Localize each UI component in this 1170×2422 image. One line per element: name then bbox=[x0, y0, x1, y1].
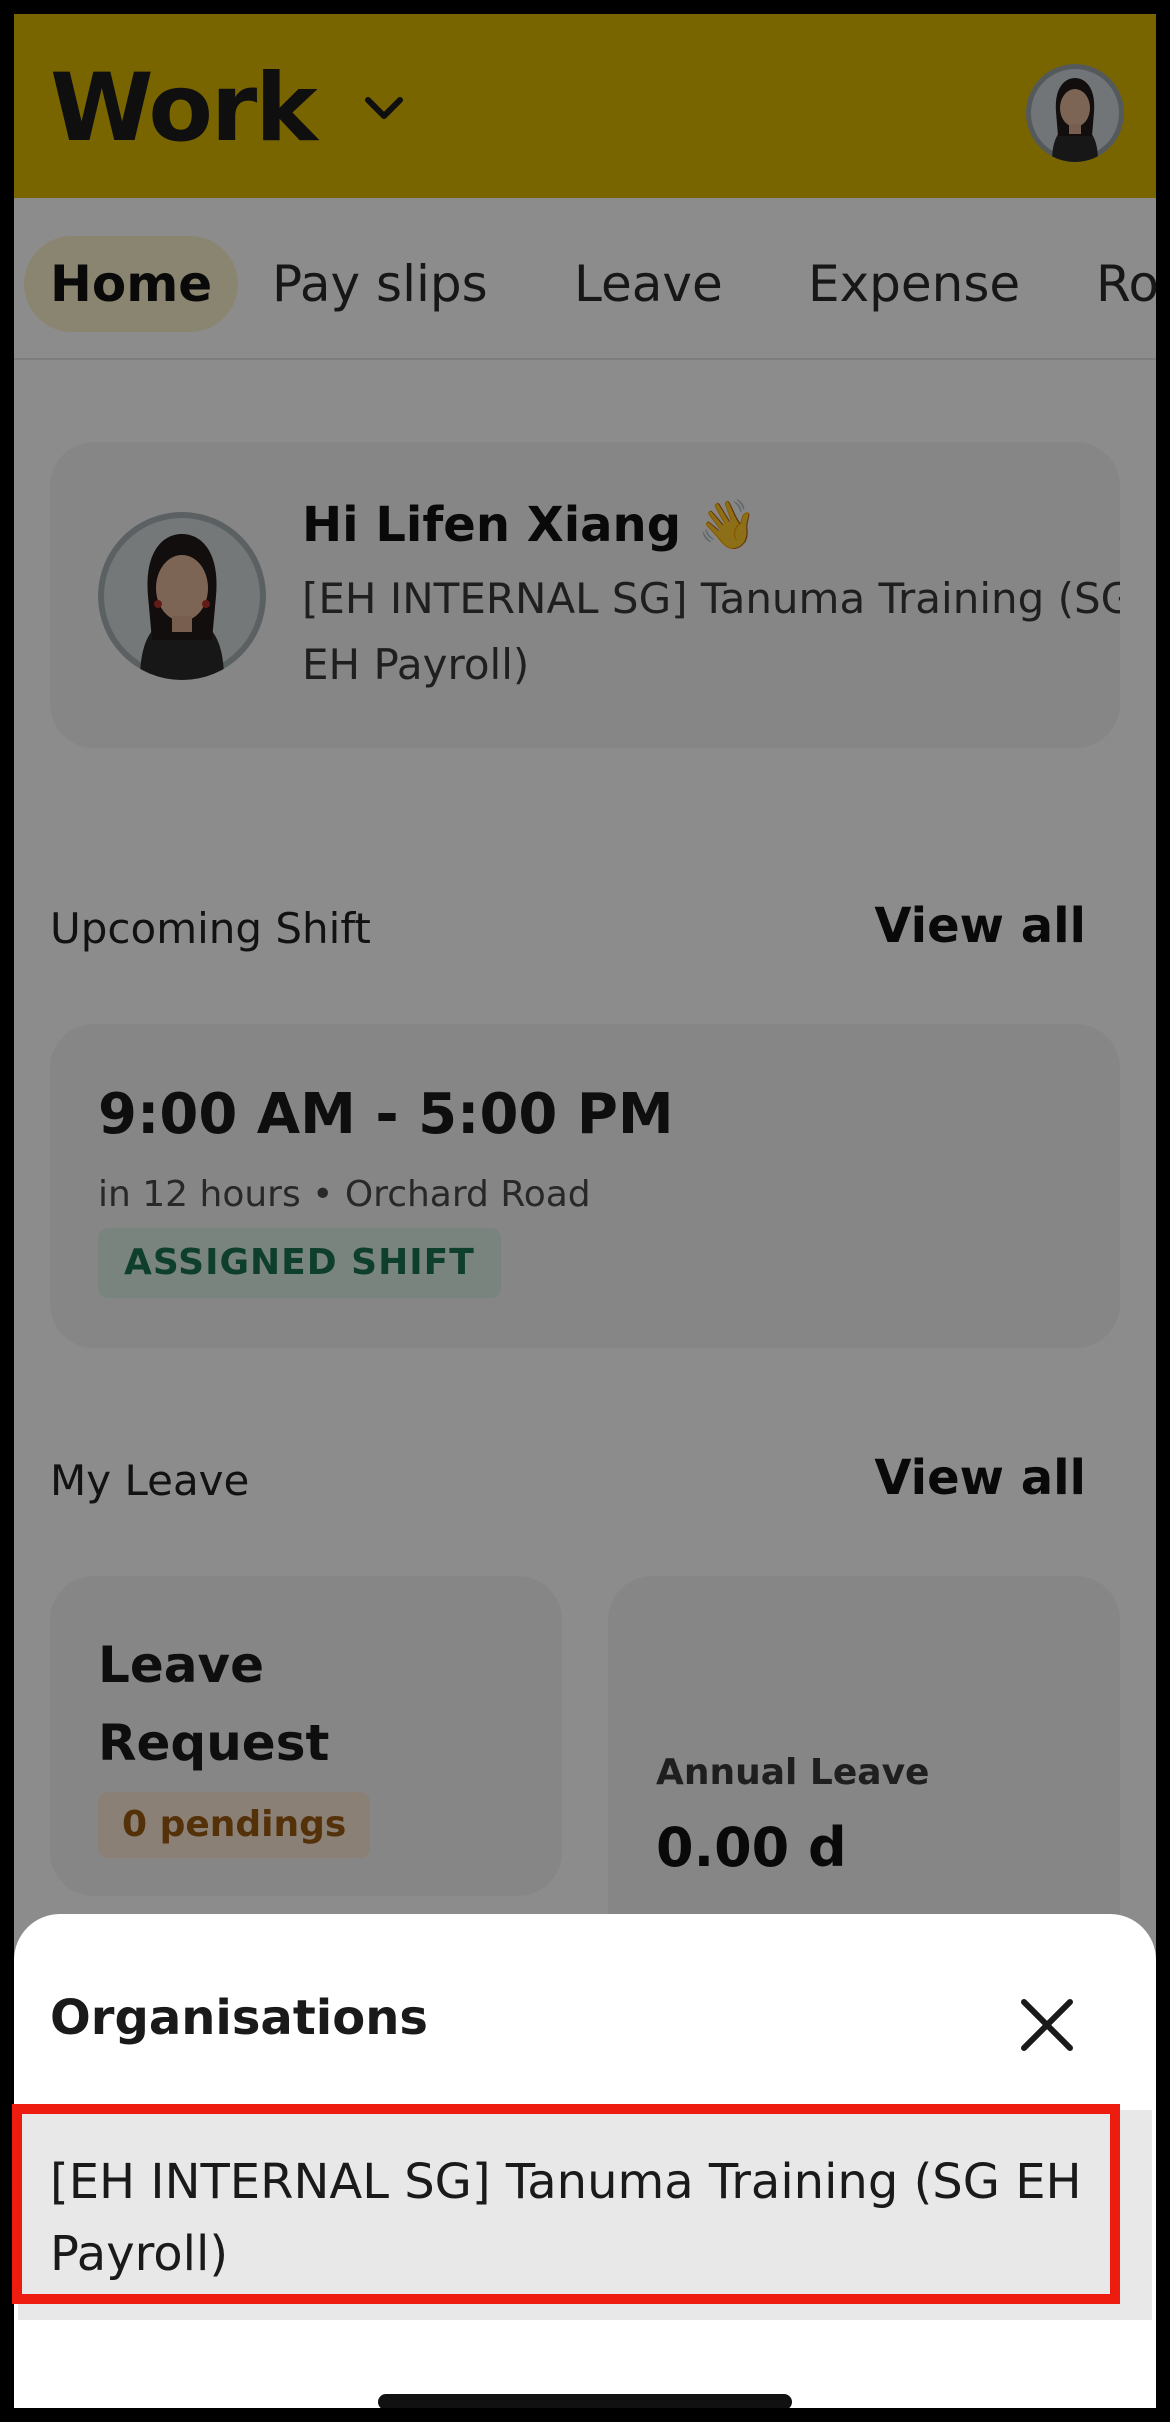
home-indicator bbox=[378, 2394, 792, 2408]
sheet-title: Organisations bbox=[50, 1990, 428, 2046]
selection-highlight bbox=[12, 2104, 1120, 2304]
close-icon[interactable] bbox=[1016, 1994, 1078, 2056]
app-screen: Work Home Pay slips Leave Expense Ro Hi … bbox=[14, 14, 1156, 2408]
